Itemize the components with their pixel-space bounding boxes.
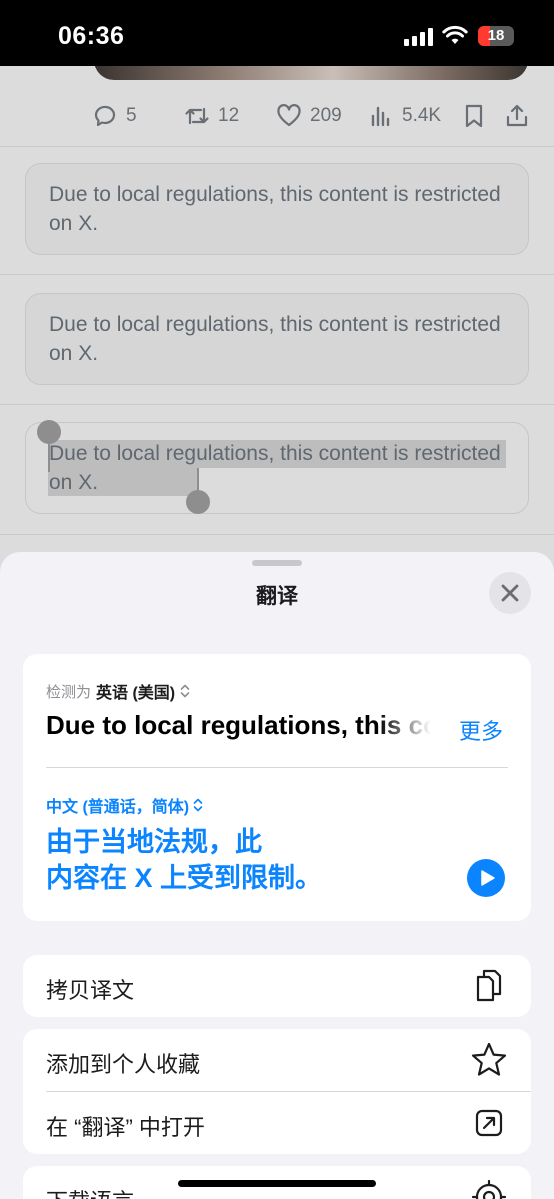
target-language-selector[interactable]: 中文 (普通话，简体) <box>46 793 203 817</box>
target-language: 中文 (普通话，简体) <box>46 799 190 816</box>
translated-text: 由于当地法规，此 内容在 X 上受到限制。 <box>46 827 323 893</box>
chevron-updown-icon <box>193 798 203 812</box>
source-text-fade <box>378 708 440 748</box>
star-icon <box>471 1042 507 1076</box>
copy-translation-label: 拷贝译文 <box>46 978 135 1003</box>
copy-translation-row[interactable]: 拷贝译文 <box>23 955 531 1017</box>
open-in-translate-row[interactable]: 在 “翻译” 中打开 <box>23 1092 531 1154</box>
selection-start-handle[interactable] <box>37 420 61 444</box>
like-icon <box>277 104 301 127</box>
views-count: 5.4K <box>402 105 442 126</box>
sheet-title: 翻译 <box>256 585 298 608</box>
close-icon <box>501 584 519 602</box>
download-settings-icon <box>471 1179 507 1199</box>
post-media-image <box>94 66 528 80</box>
views-icon <box>371 106 390 127</box>
restricted-notice: Due to local regulations, this content i… <box>25 293 529 385</box>
like-count: 209 <box>310 105 342 126</box>
translate-sheet: 翻译 检测为 英语 (美国) Due to local regulations,… <box>0 552 554 1199</box>
post-feed-background: 5 12 209 5.4K Due to local regulations, … <box>0 66 554 552</box>
repost-count: 12 <box>218 105 240 126</box>
battery-indicator: 18 <box>478 26 514 46</box>
divider <box>0 146 554 147</box>
card-divider <box>46 767 508 768</box>
bookmark-icon <box>465 104 483 128</box>
reply-icon <box>94 105 116 127</box>
add-to-favorites-row[interactable]: 添加到个人收藏 <box>23 1029 531 1091</box>
play-icon <box>481 870 495 886</box>
restricted-notice-selected[interactable]: Due to local regulations, this content i… <box>25 422 529 514</box>
chevron-updown-icon <box>180 684 190 698</box>
translation-card: 检测为 英语 (美国) Due to local regulations, th… <box>23 654 531 921</box>
like-button[interactable]: 209 <box>276 96 342 136</box>
sheet-grabber[interactable] <box>252 560 302 566</box>
actions-group: 添加到个人收藏 在 “翻译” 中打开 <box>23 1029 531 1154</box>
more-button[interactable]: 更多 <box>459 714 503 746</box>
open-external-icon <box>475 1109 503 1137</box>
reply-button[interactable]: 5 <box>92 96 137 136</box>
detect-label: 检测为 <box>46 683 92 701</box>
bookmark-button[interactable] <box>461 96 487 136</box>
status-time: 06:36 <box>58 22 125 50</box>
copy-icon <box>476 969 502 1002</box>
home-indicator <box>178 1180 376 1187</box>
repost-icon <box>185 107 209 125</box>
restricted-notice: Due to local regulations, this content i… <box>25 163 529 255</box>
source-language: 英语 (美国) <box>96 685 176 702</box>
divider <box>0 534 554 535</box>
post-actions-row: 5 12 209 5.4K <box>0 96 554 136</box>
source-language-selector[interactable]: 检测为 英语 (美国) <box>46 679 190 703</box>
share-button[interactable] <box>504 96 530 136</box>
open-in-translate-label: 在 “翻译” 中打开 <box>46 1115 205 1140</box>
reply-count: 5 <box>126 105 137 126</box>
add-to-favorites-label: 添加到个人收藏 <box>46 1052 201 1077</box>
views-button[interactable]: 5.4K <box>368 96 441 136</box>
battery-level-text: 18 <box>487 27 505 44</box>
status-bar: 06:36 18 <box>0 0 554 66</box>
divider <box>0 274 554 275</box>
share-icon <box>506 104 528 127</box>
selection-end-handle[interactable] <box>186 490 210 514</box>
wifi-icon <box>442 25 468 44</box>
divider <box>0 404 554 405</box>
close-button[interactable] <box>489 572 531 614</box>
repost-button[interactable]: 12 <box>184 96 239 136</box>
play-translation-button[interactable] <box>467 859 505 897</box>
cellular-signal-icon <box>404 26 434 46</box>
download-languages-label: 下载语言 <box>46 1184 134 1199</box>
